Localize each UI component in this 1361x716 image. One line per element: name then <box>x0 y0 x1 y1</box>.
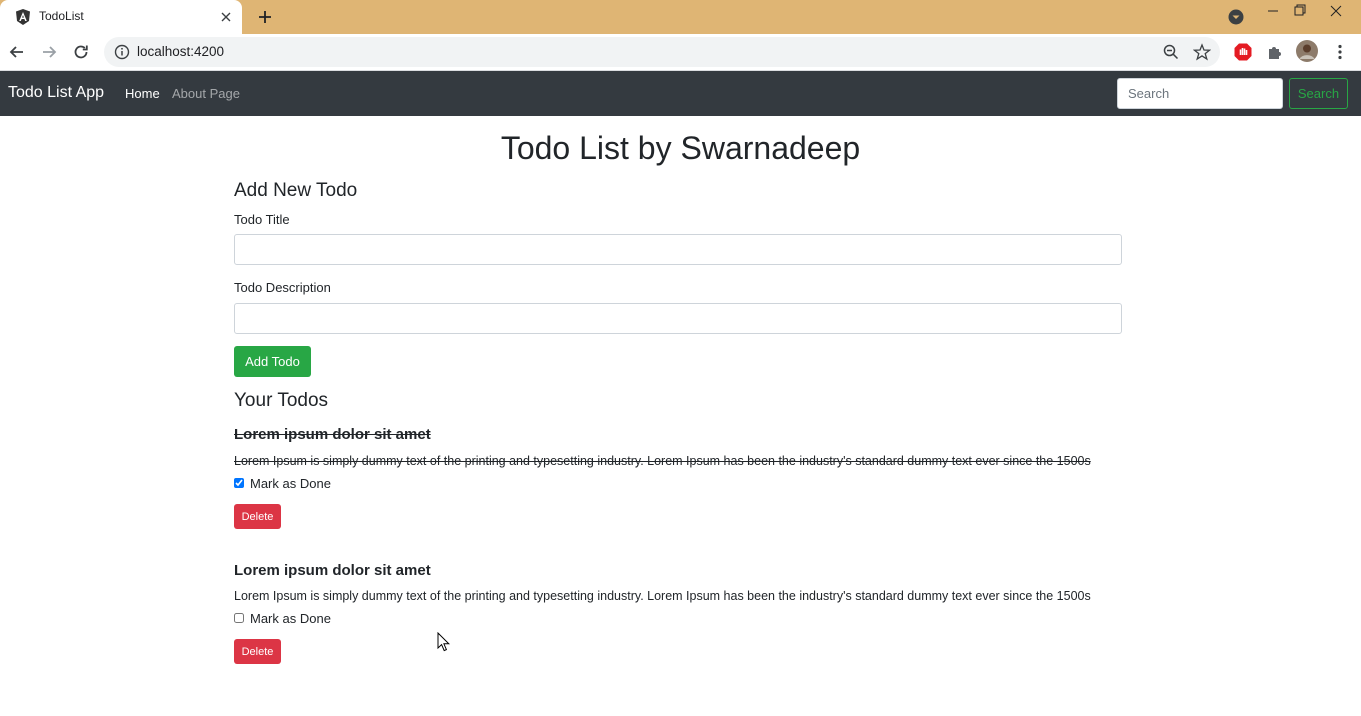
todo-title: Lorem ipsum dolor sit amet <box>234 426 431 443</box>
mouse-cursor-icon <box>437 631 451 652</box>
todo-description: Lorem Ipsum is simply dummy text of the … <box>234 454 1091 468</box>
zoom-icon[interactable] <box>1162 43 1180 61</box>
reload-icon[interactable] <box>71 42 91 62</box>
nav-link-about[interactable]: About Page <box>172 86 240 101</box>
add-todo-button[interactable]: Add Todo <box>234 346 311 377</box>
add-todo-heading: Add New Todo <box>234 180 358 201</box>
tab-title: TodoList <box>39 9 84 23</box>
forward-arrow-icon[interactable] <box>39 42 59 62</box>
mark-done-label[interactable]: Mark as Done <box>250 611 331 626</box>
todo-description-input[interactable] <box>234 303 1122 334</box>
delete-button[interactable]: Delete <box>234 639 281 664</box>
mark-done-label[interactable]: Mark as Done <box>250 476 331 491</box>
search-input[interactable] <box>1117 78 1283 109</box>
todo-title-label: Todo Title <box>234 212 290 227</box>
todo-description-label: Todo Description <box>234 280 331 295</box>
browser-toolbar: localhost:4200 <box>0 34 1361 71</box>
address-bar[interactable]: localhost:4200 <box>104 37 1220 67</box>
plus-icon[interactable] <box>255 7 275 27</box>
back-arrow-icon[interactable] <box>7 42 27 62</box>
mark-done-checkbox[interactable] <box>234 613 244 623</box>
navbar-brand[interactable]: Todo List App <box>8 84 104 102</box>
nav-link-home[interactable]: Home <box>125 86 160 101</box>
todo-title-input[interactable] <box>234 234 1122 265</box>
browser-tab-strip: TodoList <box>0 0 1361 34</box>
app-navbar: Todo List App Home About Page Search <box>0 71 1361 116</box>
adblock-icon[interactable] <box>1233 42 1253 62</box>
delete-button[interactable]: Delete <box>234 504 281 529</box>
url-text[interactable]: localhost:4200 <box>137 44 224 59</box>
todo-title: Lorem ipsum dolor sit amet <box>234 562 431 579</box>
page-title: Todo List by Swarnadeep <box>500 130 861 166</box>
info-icon[interactable] <box>114 44 130 60</box>
tab-search-icon[interactable] <box>1227 8 1245 26</box>
your-todos-heading: Your Todos <box>234 390 329 411</box>
kebab-menu-icon[interactable] <box>1330 42 1350 62</box>
mark-done-checkbox[interactable] <box>234 478 244 488</box>
restore-icon[interactable] <box>1284 0 1314 22</box>
browser-tab[interactable]: TodoList <box>0 0 242 34</box>
close-icon[interactable] <box>217 8 235 26</box>
search-button[interactable]: Search <box>1289 78 1348 109</box>
window-close-icon[interactable] <box>1321 0 1351 22</box>
angular-favicon <box>14 8 32 26</box>
avatar[interactable] <box>1296 40 1318 62</box>
star-icon[interactable] <box>1192 43 1212 61</box>
todo-description: Lorem Ipsum is simply dummy text of the … <box>234 589 1091 603</box>
extensions-icon[interactable] <box>1265 42 1285 62</box>
